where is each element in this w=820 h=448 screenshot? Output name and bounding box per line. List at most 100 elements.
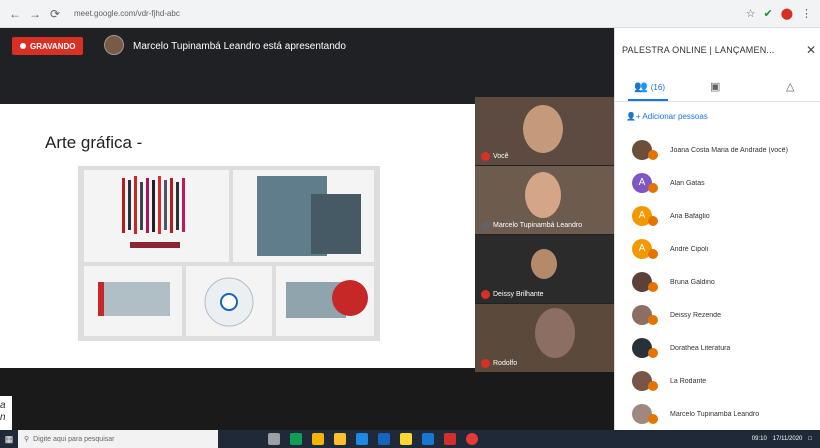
participant-name: André Cipoli: [670, 245, 709, 253]
recording-badge: GRAVANDO: [12, 37, 84, 55]
mic-off-icon: [648, 150, 658, 160]
participant-row[interactable]: Deissy Rezende: [614, 299, 820, 331]
presenter-status: Marcelo Tupinambá Leandro está apresenta…: [133, 41, 346, 52]
word-icon[interactable]: [378, 433, 390, 445]
participant-row[interactable]: A André Cipoli: [614, 233, 820, 265]
add-people-button[interactable]: 👤+ Adicionar pessoas: [626, 112, 708, 121]
participant-row[interactable]: Joana Costa Maria de Andrade (você): [614, 134, 820, 166]
forward-button[interactable]: →: [28, 7, 42, 21]
mic-off-icon: [648, 282, 658, 292]
participant-face: [523, 105, 563, 153]
edge-text: an: [0, 396, 12, 430]
participant-name: Ana Bafaglio: [670, 212, 710, 220]
search-icon: ⚲: [24, 436, 30, 443]
recording-label: GRAVANDO: [30, 41, 76, 51]
video-tile-deissy[interactable]: Deissy Brilhante: [475, 235, 614, 303]
video-name-label: Deissy Brilhante: [481, 290, 544, 299]
clock-time: 09:10: [751, 436, 767, 442]
participant-name: Bruna Galdino: [670, 278, 715, 286]
cd-case-art: [276, 266, 374, 336]
store-icon[interactable]: [356, 433, 368, 445]
slide-title: Arte gráfica -: [45, 133, 143, 152]
participant-name: La Rodante: [670, 377, 707, 385]
mic-off-icon: [648, 315, 658, 325]
mic-off-icon: [648, 249, 658, 259]
browser-actions: ☆ ✔ ⬤ ⋮: [746, 7, 812, 20]
notification-icon[interactable]: □: [808, 436, 812, 442]
add-person-icon: 👤+: [626, 112, 641, 121]
tab-people[interactable]: 👥 (16): [634, 80, 665, 93]
edge-browser-icon[interactable]: [290, 433, 302, 445]
mic-off-icon: [648, 183, 658, 193]
participant-face: [535, 308, 575, 358]
cd-disc-art: [186, 266, 272, 336]
file-explorer-icon[interactable]: [334, 433, 346, 445]
extension-icon[interactable]: ✔: [763, 7, 772, 20]
mic-off-icon: [648, 381, 658, 391]
participant-name: Marcelo Tupinambá Leandro: [670, 410, 760, 418]
tab-chat[interactable]: ▣: [710, 80, 720, 93]
participant-row[interactable]: Marcelo Tupinambá Leandro: [614, 398, 820, 430]
profile-icon[interactable]: ⬤: [781, 7, 793, 20]
video-name-label: Você: [481, 152, 509, 161]
participant-name: Deissy Rezende: [670, 311, 721, 319]
participant-name: Alan Gatas: [670, 179, 705, 187]
booklet-image: [98, 282, 170, 316]
chat-icon: ▣: [710, 81, 721, 93]
taskbar-search-input[interactable]: ⚲ Digite aqui para pesquisar: [18, 430, 218, 448]
video-name-label: Rodolfo: [481, 359, 517, 368]
sticky-notes-icon[interactable]: [400, 433, 412, 445]
close-panel-button[interactable]: ✕: [806, 43, 816, 57]
mic-off-icon: [481, 290, 490, 299]
mic-off-icon: [481, 221, 490, 230]
mic-off-icon: [481, 359, 490, 368]
booklet-art: [84, 266, 182, 336]
chrome-icon[interactable]: [312, 433, 324, 445]
menu-kebab-icon[interactable]: ⋮: [801, 7, 812, 20]
mic-off-icon: [648, 216, 658, 226]
striped-cover-image: [122, 176, 185, 248]
meeting-bottom-bar: [0, 368, 614, 430]
tab-activities[interactable]: △: [786, 80, 794, 93]
mic-off-icon: [648, 348, 658, 358]
reload-button[interactable]: ⟳: [48, 7, 62, 21]
participant-row[interactable]: A Alan Gatas: [614, 167, 820, 199]
people-icon: 👥: [634, 81, 648, 93]
photo-book-back-image: [311, 194, 361, 254]
outlook-icon[interactable]: [422, 433, 434, 445]
chrome-active-icon[interactable]: [466, 433, 478, 445]
cd-disc-image: [204, 277, 254, 327]
photo-cover-art: [233, 170, 374, 262]
participant-face: [525, 172, 561, 218]
windows-taskbar: ▦ ⚲ Digite aqui para pesquisar 09:10 17/…: [0, 430, 820, 448]
presenter-avatar: [104, 35, 124, 55]
back-button[interactable]: ←: [8, 7, 22, 21]
participant-row[interactable]: Bruna Galdino: [614, 266, 820, 298]
task-view-icon[interactable]: [268, 433, 280, 445]
windows-start-icon[interactable]: ▦: [0, 430, 18, 448]
bookmark-star-icon[interactable]: ☆: [746, 7, 756, 20]
participant-row[interactable]: A Ana Bafaglio: [614, 200, 820, 232]
participant-face: [531, 249, 557, 279]
participant-name: Joana Costa Maria de Andrade (você): [670, 146, 788, 154]
activities-icon: △: [786, 81, 795, 93]
video-tile-presenter[interactable]: Marcelo Tupinambá Leandro: [475, 166, 614, 234]
mic-off-icon: [481, 152, 490, 161]
participant-row[interactable]: La Rodante: [614, 365, 820, 397]
address-bar[interactable]: meet.google.com/vdr-fjhd-abc: [74, 9, 180, 18]
video-tile-rodolfo[interactable]: Rodolfo: [475, 304, 614, 372]
participant-row[interactable]: Dorathea Literatura: [614, 332, 820, 364]
system-tray: 09:10 17/11/2020 □: [752, 436, 820, 442]
book-cover-art: [84, 170, 229, 262]
browser-toolbar: ← → ⟳ meet.google.com/vdr-fjhd-abc ☆ ✔ ⬤…: [0, 0, 820, 28]
acrobat-icon[interactable]: [444, 433, 456, 445]
presentation-header: [0, 28, 614, 104]
artwork-collage: [78, 166, 380, 341]
participant-name: Dorathea Literatura: [670, 344, 731, 352]
meeting-title: PALESTRA ONLINE | LANÇAMEN...: [622, 45, 775, 55]
clock-date: 17/11/2020: [772, 436, 803, 442]
video-name-label: Marcelo Tupinambá Leandro: [481, 221, 582, 230]
video-tile-self[interactable]: Você: [475, 97, 614, 165]
active-tab-indicator: [628, 99, 668, 101]
cd-red-disc-image: [332, 280, 368, 316]
